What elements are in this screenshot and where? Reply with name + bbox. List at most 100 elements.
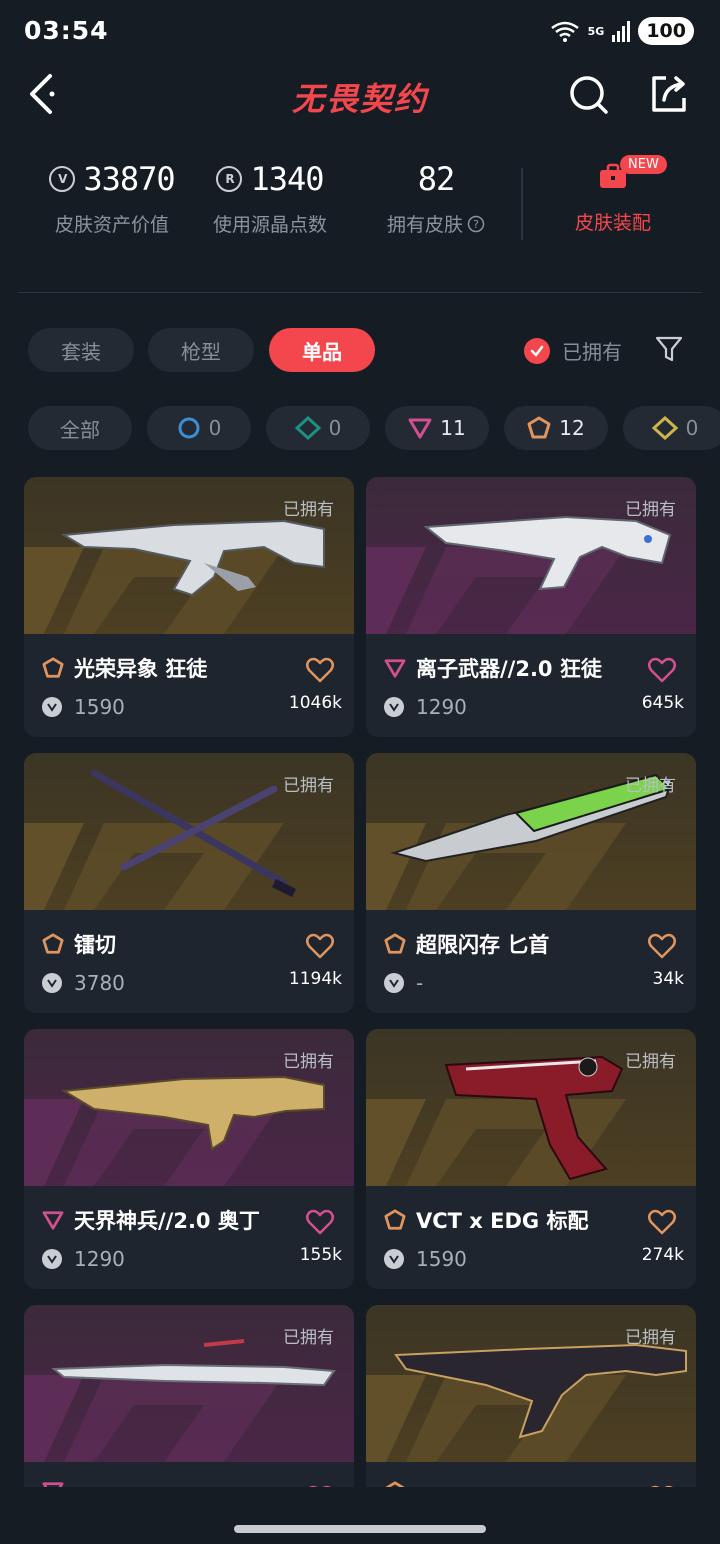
status-bar: 03:54 5G 100 [0, 0, 720, 64]
exclusive-tier-icon [527, 416, 551, 439]
valorant-points-icon [42, 973, 62, 993]
owned-count-stat: 82 拥有皮肤 ? [376, 160, 496, 237]
skin-like-count: 1046k [288, 693, 342, 713]
help-icon[interactable]: ? [467, 215, 485, 233]
skin-name-row: 天界神兵//2.0 奥丁 [42, 1205, 260, 1235]
chip-exclusive-tier[interactable]: 12 [504, 406, 608, 450]
skin-name-row [384, 1481, 416, 1487]
skin-card[interactable]: 已拥有 离子武器//2.0 狂徒 1290 645k [366, 477, 696, 737]
skin-card[interactable]: 已拥有 [366, 1305, 696, 1487]
skin-card[interactable]: 已拥有 超限闪存 匕首 - 34k [366, 753, 696, 1013]
equip-label: 皮肤装配 [574, 212, 651, 234]
battery-indicator: 100 [638, 17, 694, 45]
skin-image: 已拥有 [24, 477, 354, 634]
skin-name-row: VCT x EDG 标配 [384, 1205, 588, 1235]
checkbox-checked-icon [524, 337, 550, 364]
favorite-heart-icon[interactable] [648, 933, 676, 959]
exclusive-tier-icon [384, 933, 406, 954]
owned-tag: 已拥有 [283, 1052, 334, 1072]
valorant-points-icon [384, 1249, 404, 1269]
deluxe-tier-icon [294, 416, 321, 440]
skin-card[interactable]: 已拥有 光荣异象 狂徒 1590 1046k [24, 477, 354, 737]
asset-value-stat: V 33870 皮肤资产价值 [32, 160, 192, 237]
exclusive-tier-icon [42, 933, 64, 954]
stats-divider [521, 168, 523, 240]
valorant-points-icon [384, 697, 404, 717]
premium-tier-icon [408, 418, 432, 439]
owned-filter-toggle[interactable]: 已拥有 [524, 336, 622, 365]
nav-bar: 无畏契约 [0, 64, 720, 126]
owned-tag: 已拥有 [283, 500, 334, 520]
wifi-icon [550, 21, 579, 42]
search-icon[interactable] [566, 72, 610, 116]
owned-tag: 已拥有 [625, 776, 676, 796]
chip-select-tier[interactable]: 0 [147, 406, 251, 450]
new-badge: NEW [620, 155, 667, 174]
skin-price-row: 3780 [42, 971, 125, 995]
skin-image: 已拥有 [366, 477, 696, 634]
tab-bundle[interactable]: 套装 [28, 328, 134, 372]
owned-filter-label: 已拥有 [562, 340, 622, 364]
skin-image: 已拥有 [24, 1305, 354, 1462]
section-divider [18, 292, 702, 293]
skin-image: 已拥有 [24, 1029, 354, 1186]
chip-exclusive-count: 12 [559, 416, 585, 440]
skin-name: 超限闪存 匕首 [416, 933, 550, 957]
valorant-points-icon [42, 697, 62, 717]
tab-weapon-type[interactable]: 枪型 [148, 328, 254, 372]
valorant-points-icon: V [49, 166, 76, 192]
favorite-heart-icon[interactable] [306, 1485, 334, 1487]
tier-chips: 全部 0 0 11 12 0 [28, 406, 720, 450]
skin-card[interactable]: 已拥有 镭切 3780 1194k [24, 753, 354, 1013]
skin-price-row: 1290 [42, 1247, 125, 1271]
skin-image: 已拥有 [24, 753, 354, 910]
chip-all[interactable]: 全部 [28, 406, 132, 450]
owned-tag: 已拥有 [283, 776, 334, 796]
favorite-heart-icon[interactable] [306, 933, 334, 959]
tab-single-item[interactable]: 单品 [269, 328, 375, 372]
skin-price-row: 1590 [384, 1247, 467, 1271]
filter-icon[interactable] [654, 334, 684, 364]
skin-card[interactable]: 已拥有 [24, 1305, 354, 1487]
skin-like-count: 34k [652, 969, 684, 989]
skin-price-row: 1290 [384, 695, 467, 719]
status-icons: 5G 100 [550, 17, 694, 45]
chip-deluxe-tier[interactable]: 0 [266, 406, 370, 450]
skin-card[interactable]: 已拥有 VCT x EDG 标配 1590 274k [366, 1029, 696, 1289]
premium-tier-icon [42, 1211, 64, 1230]
skin-image: 已拥有 [366, 1305, 696, 1462]
radianite-label: 使用源晶点数 [212, 214, 327, 236]
network-label: 5G [587, 24, 605, 38]
stats-panel: V 33870 皮肤资产价值 R 1340 使用源晶点数 82 拥有皮肤 ? 皮肤装… [18, 150, 702, 260]
skin-grid: 已拥有 光荣异象 狂徒 1590 1046k 已拥有 离子武器//2.0 狂徒 1290 64… [24, 477, 696, 1487]
home-indicator[interactable] [234, 1525, 486, 1533]
favorite-heart-icon[interactable] [648, 1209, 676, 1235]
chip-premium-count: 11 [440, 416, 466, 440]
skin-name-row: 镭切 [42, 929, 116, 959]
status-time: 03:54 [24, 16, 109, 45]
signal-icon [612, 21, 631, 42]
skin-card[interactable]: 已拥有 天界神兵//2.0 奥丁 1290 155k [24, 1029, 354, 1289]
radianite-value: 1340 [250, 160, 324, 198]
chip-ultra-tier[interactable]: 0 [623, 406, 720, 450]
favorite-heart-icon[interactable] [306, 1209, 334, 1235]
skin-price: 1590 [74, 695, 125, 719]
svg-text:?: ? [473, 218, 479, 231]
skin-name-row: 离子武器//2.0 狂徒 [384, 653, 602, 683]
skin-price-row: 1590 [42, 695, 125, 719]
skin-price: 1590 [416, 1247, 467, 1271]
chip-select-count: 0 [208, 416, 222, 440]
favorite-heart-icon[interactable] [648, 1485, 676, 1487]
premium-tier-icon [42, 1482, 64, 1487]
favorite-heart-icon[interactable] [648, 657, 676, 683]
page-title: 无畏契约 [291, 80, 428, 118]
exclusive-tier-icon [385, 1481, 405, 1487]
skin-name: VCT x EDG 标配 [416, 1209, 589, 1233]
asset-value-label: 皮肤资产价值 [54, 214, 169, 236]
owned-tag: 已拥有 [625, 1328, 676, 1348]
owned-tag: 已拥有 [625, 1052, 676, 1072]
chip-premium-tier[interactable]: 11 [385, 406, 489, 450]
favorite-heart-icon[interactable] [306, 657, 334, 683]
share-icon[interactable] [646, 72, 690, 116]
asset-value: 33870 [83, 160, 175, 198]
